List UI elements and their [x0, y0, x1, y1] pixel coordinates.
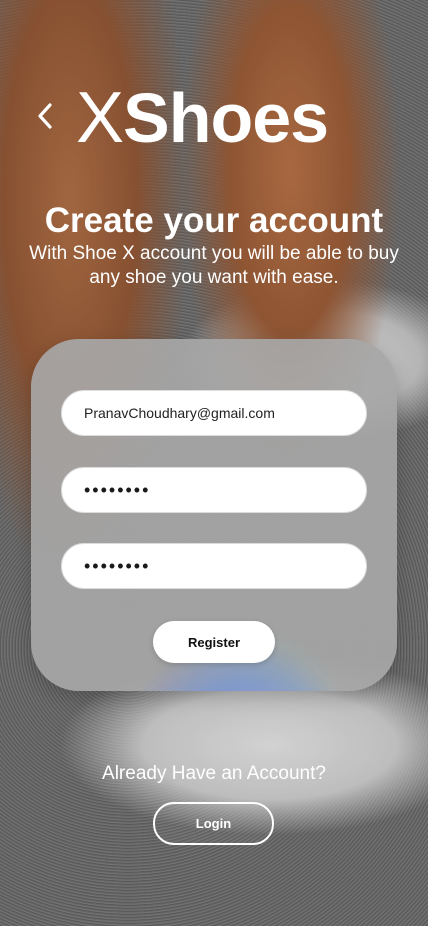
login-button[interactable]: Login	[153, 802, 274, 845]
already-have-account-text: Already Have an Account?	[102, 763, 326, 784]
password-field[interactable]	[61, 467, 367, 513]
back-button[interactable]	[32, 98, 58, 134]
confirm-password-input[interactable]	[62, 544, 366, 588]
brand-name: Shoes	[123, 79, 329, 157]
password-input[interactable]	[62, 468, 366, 512]
confirm-password-field[interactable]	[61, 543, 367, 589]
chevron-left-icon	[38, 103, 52, 129]
email-input[interactable]	[62, 391, 366, 435]
register-button[interactable]: Register	[153, 621, 275, 663]
register-card: Register	[31, 339, 397, 691]
email-field[interactable]	[61, 390, 367, 436]
brand-logo: X Shoes	[76, 78, 329, 158]
page-title: Create your account	[44, 201, 384, 240]
page-subtitle: With Shoe X account you will be able to …	[29, 243, 399, 288]
brand-prefix: X	[76, 78, 124, 158]
